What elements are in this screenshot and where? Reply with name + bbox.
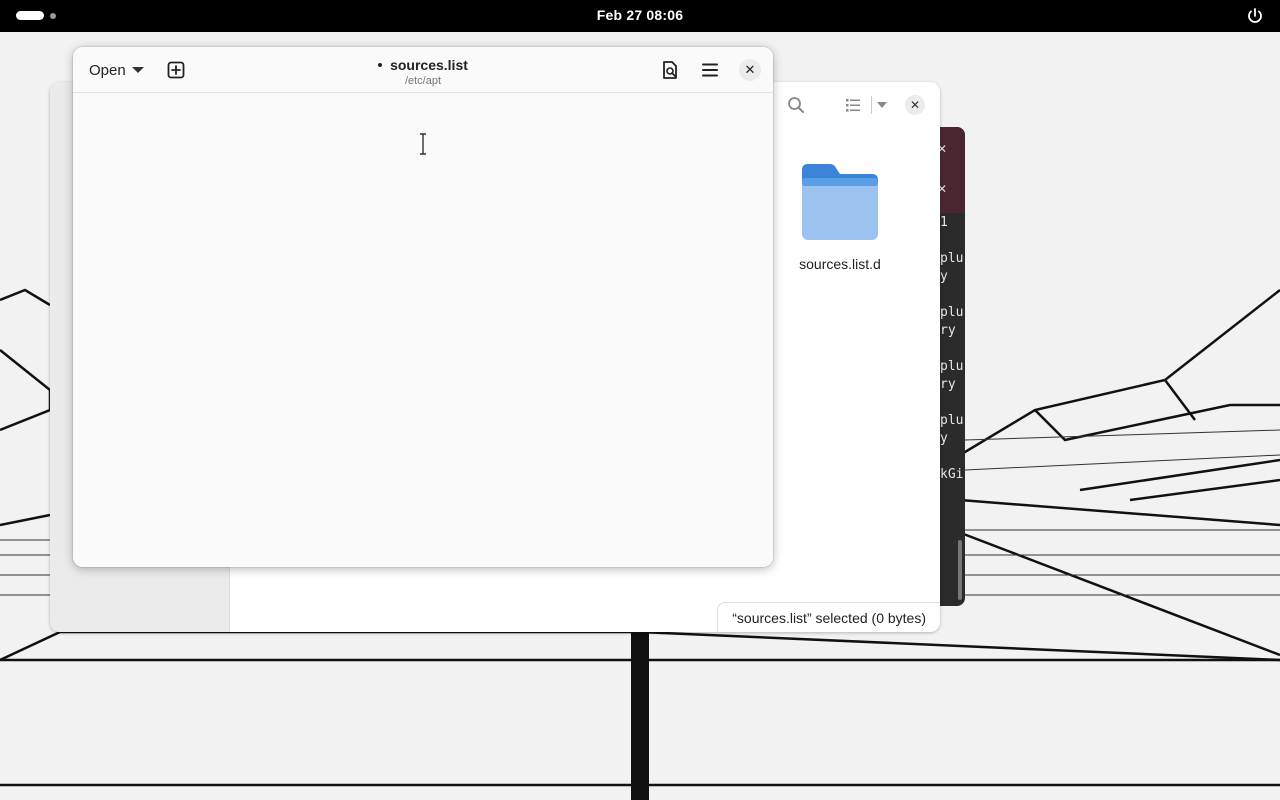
clock[interactable]: Feb 27 08:06 <box>0 7 1280 23</box>
chevron-down-icon[interactable] <box>876 100 888 110</box>
terminal-line: plu <box>940 413 964 428</box>
editor-header-bar: Open sources.list /etc/apt ✕ <box>73 47 773 93</box>
terminal-line: kGi <box>940 467 964 482</box>
text-cursor-icon <box>420 133 426 155</box>
search-icon[interactable] <box>787 96 805 114</box>
terminal-line: y <box>940 269 948 284</box>
files-close-button[interactable]: ✕ <box>905 95 925 115</box>
terminal-scrollbar[interactable] <box>958 540 962 600</box>
terminal-line: y <box>940 431 948 446</box>
selection-status: “sources.list” selected (0 bytes) <box>717 602 940 632</box>
terminal-line: plu <box>940 359 964 374</box>
modified-indicator <box>378 63 383 67</box>
folder-icon[interactable] <box>800 160 880 244</box>
hamburger-menu-icon[interactable] <box>700 60 720 80</box>
terminal-line: ry <box>940 323 956 338</box>
terminal-line: plu <box>940 251 964 266</box>
text-editor-window[interactable]: Open sources.list /etc/apt ✕ <box>73 47 773 567</box>
terminal-line: 1 <box>940 215 948 230</box>
text-editing-area[interactable] <box>73 94 773 567</box>
editor-close-button[interactable]: ✕ <box>739 59 761 81</box>
folder-label[interactable]: sources.list.d <box>780 256 900 272</box>
list-view-icon[interactable] <box>845 97 861 113</box>
toolbar-separator <box>871 96 872 114</box>
document-title: sources.list <box>390 57 468 73</box>
power-icon[interactable] <box>1246 7 1264 25</box>
top-bar: Feb 27 08:06 <box>0 0 1280 32</box>
terminal-output: 1 plu y plu ry plu ry plu y kGi <box>940 214 965 484</box>
terminal-line: ry <box>940 377 956 392</box>
document-search-icon[interactable] <box>660 60 680 80</box>
terminal-line: plu <box>940 305 964 320</box>
document-title-row: sources.list <box>378 57 468 73</box>
